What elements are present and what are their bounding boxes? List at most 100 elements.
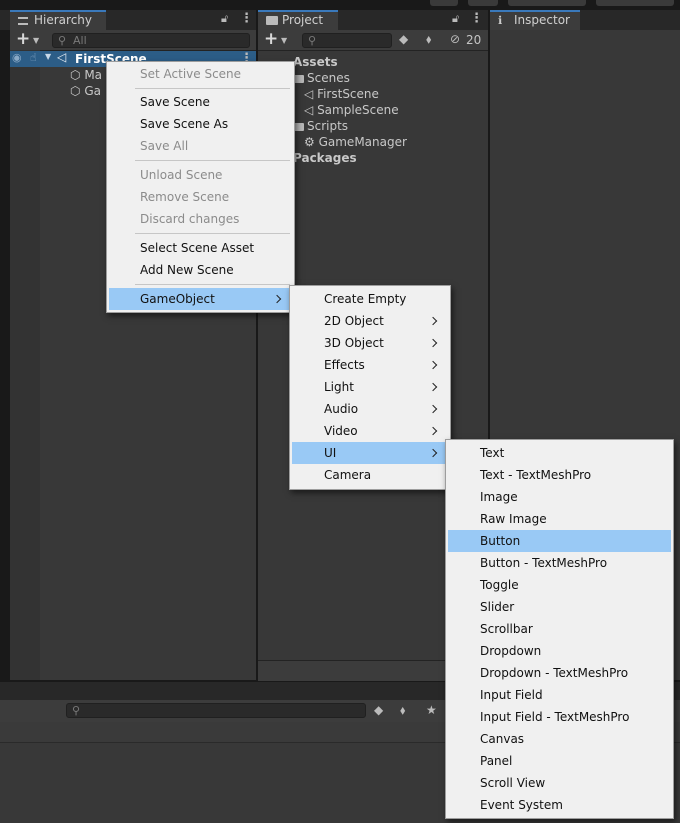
- project-item-scene[interactable]: ◁ FirstScene: [304, 86, 379, 102]
- hierarchy-search-input[interactable]: ⚲ All: [52, 33, 250, 48]
- menu-item-light[interactable]: Light: [290, 376, 450, 398]
- project-folder-scenes[interactable]: Scenes: [293, 70, 350, 86]
- lock-icon[interactable]: 🔓︎: [221, 12, 228, 26]
- scene-context-menu: Set Active Scene Save Scene Save Scene A…: [106, 61, 295, 313]
- folder-label: Scenes: [307, 71, 350, 85]
- menu-item-label: Text - TextMeshPro: [480, 468, 592, 482]
- menu-item-add-new-scene[interactable]: Add New Scene: [107, 259, 294, 281]
- hierarchy-item[interactable]: ⬡ Ga: [70, 83, 101, 99]
- label-tag-icon[interactable]: ⬧: [400, 703, 405, 718]
- menu-item-dropdown-textmeshpro[interactable]: Dropdown - TextMeshPro: [446, 662, 673, 684]
- menu-item-select-scene-asset[interactable]: Select Scene Asset: [107, 237, 294, 259]
- project-item-scene[interactable]: ◁ SampleScene: [304, 102, 399, 118]
- hierarchy-tab-label: Hierarchy: [34, 13, 93, 27]
- menu-item-text-textmeshpro[interactable]: Text - TextMeshPro: [446, 464, 673, 486]
- eye-icon[interactable]: ◉: [12, 51, 22, 64]
- menu-item-label: Slider: [480, 600, 515, 614]
- menu-item-input-field[interactable]: Input Field: [446, 684, 673, 706]
- menu-item-label: Audio: [324, 402, 359, 416]
- project-item-script[interactable]: ⚙ GameManager: [304, 134, 407, 150]
- bottom-search-input[interactable]: ⚲: [66, 703, 366, 718]
- menu-item-scroll-view[interactable]: Scroll View: [446, 772, 673, 794]
- search-icon: ⚲: [58, 34, 67, 47]
- menu-item-event-system[interactable]: Event System: [446, 794, 673, 816]
- menu-item-image[interactable]: Image: [446, 486, 673, 508]
- chevron-down-icon[interactable]: ▼: [281, 36, 287, 45]
- cloud-button[interactable]: [468, 0, 498, 6]
- menu-item-unload-scene[interactable]: Unload Scene: [107, 164, 294, 186]
- menu-item-2d-object[interactable]: 2D Object: [290, 310, 450, 332]
- menu-item-discard-changes[interactable]: Discard changes: [107, 208, 294, 230]
- cube-icon: ⬡: [70, 68, 81, 82]
- menu-item-effects[interactable]: Effects: [290, 354, 450, 376]
- filter-by-type-icon[interactable]: ◆: [399, 32, 408, 46]
- menu-item-button-textmeshpro[interactable]: Button - TextMeshPro: [446, 552, 673, 574]
- tab-hierarchy[interactable]: Hierarchy: [10, 10, 106, 30]
- menu-item-raw-image[interactable]: Raw Image: [446, 508, 673, 530]
- tab-project[interactable]: Project: [258, 10, 338, 30]
- chevron-right-icon: [428, 382, 438, 392]
- menu-item-label: Panel: [480, 754, 513, 768]
- menu-item-toggle[interactable]: Toggle: [446, 574, 673, 596]
- menu-item-create-empty[interactable]: Create Empty: [290, 288, 450, 310]
- project-folder-assets[interactable]: Assets: [293, 54, 338, 70]
- lock-icon[interactable]: 🔓︎: [452, 12, 459, 26]
- chevron-down-icon[interactable]: ▼: [33, 36, 39, 45]
- menu-item-label: Toggle: [480, 578, 519, 592]
- project-menu-icon[interactable]: ⋮: [470, 11, 483, 26]
- gear-icon: ⚙: [304, 135, 315, 149]
- layers-dropdown[interactable]: [596, 0, 674, 6]
- menu-item-label: Button: [480, 534, 521, 548]
- hidden-eye-icon[interactable]: ⊘: [450, 32, 460, 46]
- unity-scene-icon: ◁: [304, 103, 314, 117]
- menu-item-label: Dropdown: [480, 644, 542, 658]
- hierarchy-item-label: Ma: [84, 68, 103, 82]
- menu-item-remove-scene[interactable]: Remove Scene: [107, 186, 294, 208]
- menu-item-label: Remove Scene: [140, 190, 230, 204]
- project-search-input[interactable]: ⚲: [302, 33, 392, 48]
- project-folder-scripts[interactable]: Scripts: [293, 118, 348, 134]
- search-icon: ⚲: [72, 704, 81, 717]
- project-tab-label: Project: [282, 13, 324, 27]
- menu-item-canvas[interactable]: Canvas: [446, 728, 673, 750]
- pick-icon[interactable]: ☝: [30, 51, 37, 64]
- filter-by-type-icon[interactable]: ◆: [374, 703, 383, 717]
- menu-item-label: Dropdown - TextMeshPro: [480, 666, 629, 680]
- menu-item-dropdown[interactable]: Dropdown: [446, 640, 673, 662]
- menu-item-button[interactable]: Button: [448, 530, 671, 552]
- create-plus-icon[interactable]: +: [16, 29, 30, 49]
- menu-item-scrollbar[interactable]: Scrollbar: [446, 618, 673, 640]
- label-tag-icon[interactable]: ⬧: [426, 32, 431, 47]
- project-folder-packages[interactable]: Packages: [293, 150, 357, 166]
- asset-label: GameManager: [318, 135, 407, 149]
- menu-item-save-all[interactable]: Save All: [107, 135, 294, 157]
- menu-item-audio[interactable]: Audio: [290, 398, 450, 420]
- menu-item-label: Light: [324, 380, 354, 394]
- menu-item-gameobject[interactable]: GameObject: [109, 288, 292, 310]
- menu-item-3d-object[interactable]: 3D Object: [290, 332, 450, 354]
- menu-item-panel[interactable]: Panel: [446, 750, 673, 772]
- menu-item-input-field-textmeshpro[interactable]: Input Field - TextMeshPro: [446, 706, 673, 728]
- menu-item-label: GameObject: [140, 292, 215, 306]
- menu-item-save-scene[interactable]: Save Scene: [107, 91, 294, 113]
- unity-scene-icon: ◁: [57, 50, 67, 64]
- hierarchy-search-placeholder: All: [73, 34, 87, 47]
- menu-item-text[interactable]: Text: [446, 442, 673, 464]
- tab-inspector[interactable]: ℹ Inspector: [490, 10, 580, 30]
- menu-item-set-active-scene[interactable]: Set Active Scene: [107, 63, 294, 85]
- account-dropdown[interactable]: [508, 0, 586, 6]
- hierarchy-item[interactable]: ⬡ Ma: [70, 67, 102, 83]
- menu-item-camera[interactable]: Camera: [290, 464, 450, 486]
- menu-item-save-scene-as[interactable]: Save Scene As: [107, 113, 294, 135]
- favorite-star-icon[interactable]: ★: [426, 703, 437, 717]
- play-controls[interactable]: [430, 0, 458, 6]
- menu-item-label: Set Active Scene: [140, 67, 242, 81]
- foldout-arrow-icon[interactable]: ▼: [45, 52, 51, 61]
- asset-label: SampleScene: [317, 103, 399, 117]
- menu-item-video[interactable]: Video: [290, 420, 450, 442]
- menu-item-slider[interactable]: Slider: [446, 596, 673, 618]
- create-plus-icon[interactable]: +: [264, 29, 278, 49]
- menu-item-ui[interactable]: UI: [292, 442, 448, 464]
- hierarchy-menu-icon[interactable]: ⋮: [240, 11, 253, 26]
- menu-item-label: Video: [324, 424, 358, 438]
